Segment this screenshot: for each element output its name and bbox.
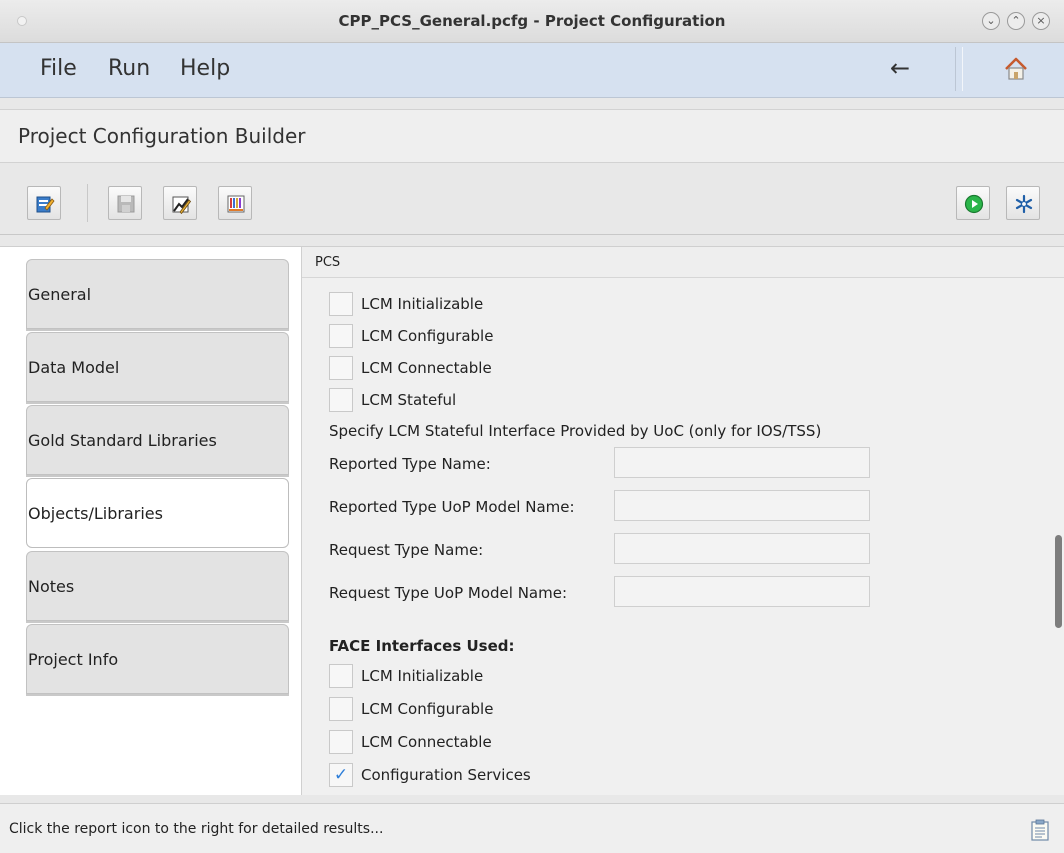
tab-label: Objects/Libraries [28,503,163,523]
tab-objects-libraries[interactable]: Objects/Libraries [26,478,289,548]
request-type-name-label: Request Type Name: [329,541,484,559]
checkbox-label: LCM Initializable [361,667,484,685]
builder-header: Project Configuration Builder [0,109,1064,163]
tab-label: General [28,284,92,304]
checkbox[interactable] [329,730,353,754]
stateful-interface-heading: Specify LCM Stateful Interface Provided … [329,422,822,440]
tab-project-info[interactable]: Project Info [26,624,289,694]
toolbar-separator [87,184,88,222]
clipboard-edit-icon [36,196,55,213]
scrollbar-thumb[interactable] [1055,535,1062,628]
back-arrow-icon[interactable]: ← [890,54,910,82]
checkbox-label: LCM Initializable [361,295,484,313]
chart-edit-icon [172,196,191,214]
window-titlebar: CPP_PCS_General.pcfg - Project Configura… [0,0,1064,43]
toolbar [0,178,1064,235]
menu-bar: File Run Help ← [0,43,1064,98]
checkbox[interactable] [329,292,353,316]
checkbox[interactable] [329,356,353,380]
menu-run[interactable]: Run [108,56,150,81]
tab-general[interactable]: General [26,259,289,329]
barcode-chart-button[interactable] [218,186,252,220]
panel-title: PCS [315,255,341,270]
tab-notes[interactable]: Notes [26,551,289,621]
main-content: General Data Model Gold Standard Librari… [0,246,1064,795]
checkbox-label: LCM Configurable [361,700,494,718]
panel-scroll-area[interactable]: LCM Initializable LCM Configurable LCM C… [302,278,1064,794]
checkbox-label: LCM Stateful [361,391,457,409]
checkbox-checked[interactable]: ✓ [329,763,353,787]
barcode-chart-icon [227,195,245,213]
face-interfaces-heading: FACE Interfaces Used: [329,637,515,655]
save-disk-icon [117,195,135,213]
tab-label: Gold Standard Libraries [28,430,217,450]
chart-edit-button[interactable] [163,186,197,220]
reported-type-name-label: Reported Type Name: [329,455,491,473]
tab-label: Data Model [28,357,120,377]
tab-data-model[interactable]: Data Model [26,332,289,402]
panel-header: PCS [302,247,1064,278]
reported-type-uop-model-name-label: Reported Type UoP Model Name: [329,498,575,516]
home-icon[interactable] [1002,55,1030,83]
close-button[interactable]: × [1032,12,1050,30]
menu-file[interactable]: File [40,56,77,81]
report-clipboard-icon[interactable] [1031,819,1049,841]
snowflake-button[interactable] [1006,186,1040,220]
snowflake-icon [1015,194,1033,214]
save-button[interactable] [108,186,142,220]
checkbox-label: LCM Connectable [361,733,492,751]
vertical-scrollbar[interactable] [1053,309,1064,794]
checkbox-label: Configuration Services [361,766,531,784]
status-text: Click the report icon to the right for d… [9,821,384,837]
tab-label: Notes [28,576,75,596]
minimize-button[interactable]: ⌄ [982,12,1000,30]
reported-type-uop-model-name-field[interactable] [614,490,870,521]
request-type-uop-model-name-field[interactable] [614,576,870,607]
checkbox-label: LCM Connectable [361,359,492,377]
menu-separator [955,47,963,91]
run-button[interactable] [956,186,990,220]
checkbox[interactable] [329,697,353,721]
checkbox[interactable] [329,664,353,688]
request-type-uop-model-name-label: Request Type UoP Model Name: [329,584,568,602]
play-circle-icon [964,194,984,214]
page-title: Project Configuration Builder [18,124,306,148]
tab-gold-standard-libraries[interactable]: Gold Standard Libraries [26,405,289,475]
clipboard-edit-button[interactable] [27,186,61,220]
request-type-name-field[interactable] [614,533,870,564]
tab-label: Project Info [28,649,119,669]
pcs-panel: PCS LCM Initializable LCM Configurable L… [301,247,1064,795]
menu-help[interactable]: Help [180,56,230,81]
checkbox[interactable] [329,324,353,348]
window-title: CPP_PCS_General.pcfg - Project Configura… [338,12,726,30]
reported-type-name-field[interactable] [614,447,870,478]
checkbox-label: LCM Configurable [361,327,494,345]
checkbox[interactable] [329,388,353,412]
maximize-button[interactable]: ⌃ [1007,12,1025,30]
status-bar: Click the report icon to the right for d… [0,803,1064,853]
